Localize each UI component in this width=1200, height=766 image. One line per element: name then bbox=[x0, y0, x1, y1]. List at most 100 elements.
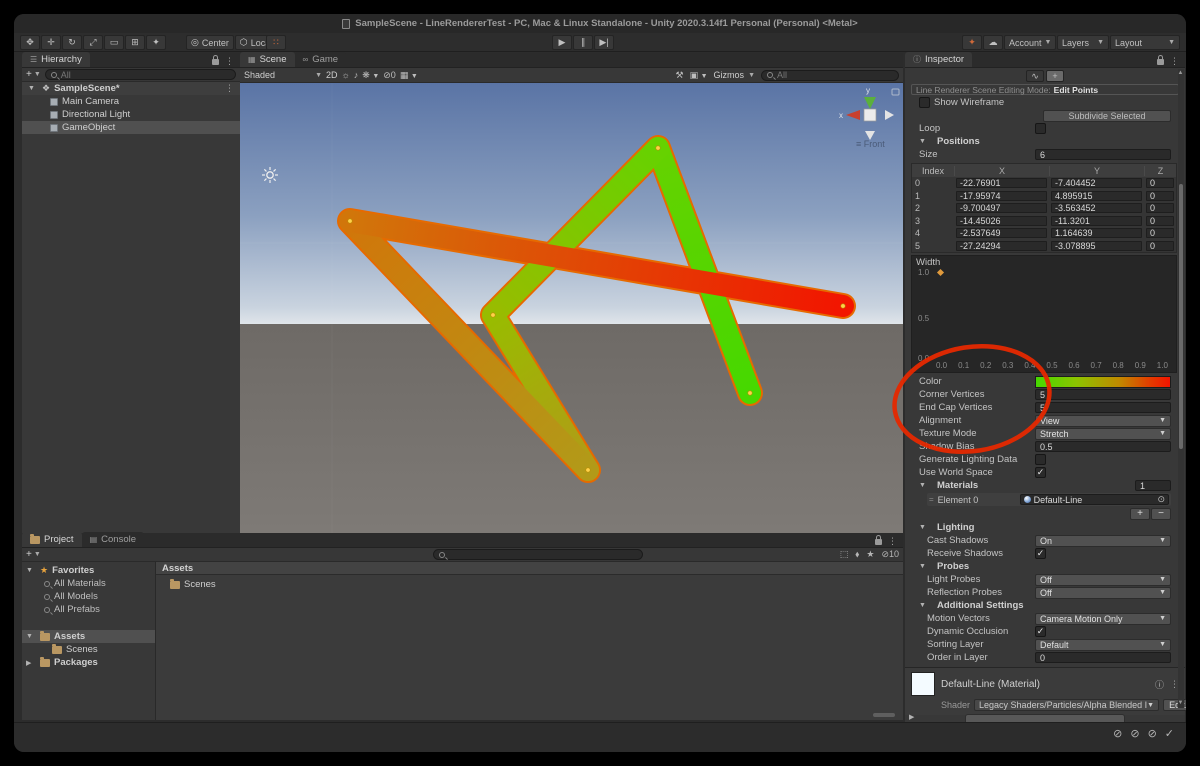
foldout-arrow-icon[interactable]: ▼ bbox=[26, 567, 36, 574]
scale-tool-button[interactable]: ⤢ bbox=[83, 35, 103, 50]
lock-icon[interactable] bbox=[212, 54, 219, 65]
y-field[interactable]: 4.895915 bbox=[1051, 190, 1142, 201]
positions-foldout[interactable]: Positions bbox=[933, 136, 980, 147]
foldout-arrow-icon[interactable]: ▼ bbox=[26, 633, 36, 640]
z-field[interactable]: 0 bbox=[1146, 178, 1174, 189]
material-element-row[interactable]: = Element 0 Default-Line ⊙ bbox=[927, 493, 1171, 506]
tree-item-assets[interactable]: ▼ Assets bbox=[22, 630, 155, 643]
x-field[interactable]: -22.76901 bbox=[956, 178, 1047, 189]
foldout-arrow-icon[interactable]: ▶ bbox=[26, 659, 36, 667]
subdivide-selected-button[interactable]: Subdivide Selected bbox=[1043, 109, 1171, 122]
x-field[interactable]: -17.95974 bbox=[956, 190, 1047, 201]
foldout-arrow-icon[interactable]: ▼ bbox=[919, 524, 929, 531]
favorite-item-all-models[interactable]: All Models bbox=[22, 590, 155, 603]
asset-item-scenes[interactable]: Scenes bbox=[156, 578, 903, 591]
edit-points-mode-button[interactable]: + bbox=[1046, 70, 1064, 82]
tab-game[interactable]: ∞ Game bbox=[294, 52, 347, 67]
hand-tool-button[interactable]: ✥ bbox=[20, 35, 40, 50]
rect-tool-button[interactable]: ▭ bbox=[104, 35, 124, 50]
create-asset-button[interactable]: + ▼ bbox=[26, 549, 41, 560]
tab-project[interactable]: Project bbox=[22, 532, 82, 547]
custom-tool-button[interactable]: ✦ bbox=[146, 35, 166, 50]
use-world-space-checkbox[interactable]: ✓ bbox=[1035, 467, 1046, 478]
drag-handle-icon[interactable]: = bbox=[929, 495, 934, 504]
status-ok-icon[interactable]: ✓ bbox=[1165, 727, 1174, 740]
grid-visibility-icon[interactable]: ▦ ▼ bbox=[400, 70, 418, 81]
transform-tool-button[interactable]: ⊞ bbox=[125, 35, 145, 50]
preview-foldout-arrow-icon[interactable]: ▶ bbox=[909, 713, 919, 721]
step-button[interactable]: ▶| bbox=[594, 35, 614, 50]
receive-shadows-checkbox[interactable]: ✓ bbox=[1035, 548, 1046, 559]
z-field[interactable]: 0 bbox=[1146, 190, 1174, 201]
inspector-scrollbar[interactable] bbox=[1178, 69, 1184, 708]
scene-viewport[interactable]: y x ≡ Front bbox=[240, 83, 903, 533]
dynamic-occlusion-checkbox[interactable]: ✓ bbox=[1035, 626, 1046, 637]
scene-render[interactable]: y x ≡ Front bbox=[240, 83, 903, 533]
hidden-count[interactable]: ⊘10 bbox=[881, 549, 899, 560]
pivot-toggle-button[interactable]: ◎ Center bbox=[186, 35, 234, 50]
generate-lighting-data-checkbox[interactable] bbox=[1035, 454, 1046, 465]
help-icon[interactable]: ⓘ bbox=[1155, 678, 1164, 691]
reflection-probes-dropdown[interactable]: Off ▼ bbox=[1035, 586, 1171, 599]
panel-menu-icon[interactable]: ⋮ bbox=[225, 56, 234, 67]
hierarchy-item-main-camera[interactable]: Main Camera bbox=[22, 95, 240, 108]
2d-toggle-button[interactable]: 2D bbox=[326, 70, 338, 80]
y-field[interactable]: -7.404452 bbox=[1051, 178, 1142, 189]
motion-vectors-dropdown[interactable]: Camera Motion Only ▼ bbox=[1035, 612, 1171, 625]
horizontal-scrollbar[interactable] bbox=[873, 713, 895, 717]
cast-shadows-dropdown[interactable]: On ▼ bbox=[1035, 534, 1171, 547]
color-gradient-field[interactable] bbox=[1035, 375, 1171, 388]
width-curve-editor[interactable]: Width 1.0 0.5 0.0 0.0 0.1 0.2 0.3 0.4 0.5 0.6 0… bbox=[911, 255, 1177, 373]
layers-dropdown[interactable]: Layers ▼ bbox=[1057, 35, 1109, 50]
create-object-button[interactable]: + ▼ bbox=[26, 69, 41, 80]
rotate-tool-button[interactable]: ↻ bbox=[62, 35, 82, 50]
play-button[interactable]: ▶ bbox=[552, 35, 572, 50]
object-picker-icon[interactable]: ⊙ bbox=[1157, 494, 1165, 505]
scrollbar-thumb[interactable] bbox=[1179, 184, 1183, 449]
collab-muted-icon[interactable]: ⊘ bbox=[1148, 727, 1157, 740]
sorting-layer-dropdown[interactable]: Default ▼ bbox=[1035, 638, 1171, 651]
y-field[interactable]: -11.3201 bbox=[1051, 215, 1142, 226]
panel-menu-icon[interactable]: ⋮ bbox=[888, 536, 897, 547]
tab-scene[interactable]: ▦ Scene bbox=[240, 52, 295, 67]
foldout-arrow-icon[interactable]: ▼ bbox=[28, 85, 38, 92]
texture-mode-dropdown[interactable]: Stretch ▼ bbox=[1035, 427, 1171, 440]
panel-menu-icon[interactable]: ⋮ bbox=[1170, 56, 1179, 67]
alignment-dropdown[interactable]: View ▼ bbox=[1035, 414, 1171, 427]
tree-item-packages[interactable]: ▶ Packages bbox=[22, 656, 155, 669]
foldout-arrow-icon[interactable]: ▼ bbox=[919, 482, 929, 489]
x-field[interactable]: -14.45026 bbox=[956, 215, 1047, 226]
z-field[interactable]: 0 bbox=[1146, 228, 1174, 239]
cloud-button[interactable]: ☁ bbox=[983, 35, 1003, 50]
remove-material-button[interactable]: − bbox=[1151, 508, 1171, 520]
scroll-up-icon[interactable]: ▲ bbox=[1177, 70, 1184, 77]
scene-menu-icon[interactable]: ⋮ bbox=[225, 83, 240, 94]
z-field[interactable]: 0 bbox=[1146, 240, 1174, 251]
scene-row[interactable]: ▼ ❖ SampleScene* ⋮ bbox=[22, 82, 240, 95]
corner-vertices-field[interactable]: 5 bbox=[1035, 389, 1171, 400]
tree-item-scenes[interactable]: Scenes bbox=[22, 643, 155, 656]
hierarchy-item-gameobject[interactable]: GameObject bbox=[22, 121, 240, 134]
y-field[interactable]: -3.078895 bbox=[1051, 240, 1142, 251]
tab-hierarchy[interactable]: ☰ Hierarchy bbox=[22, 52, 90, 67]
z-field[interactable]: 0 bbox=[1146, 215, 1174, 226]
x-field[interactable]: -2.537649 bbox=[956, 228, 1047, 239]
move-tool-button[interactable]: ✛ bbox=[41, 35, 61, 50]
additional-settings-foldout[interactable]: Additional Settings bbox=[933, 600, 1024, 611]
loop-checkbox[interactable] bbox=[1035, 123, 1046, 134]
light-probes-dropdown[interactable]: Off ▼ bbox=[1035, 573, 1171, 586]
foldout-arrow-icon[interactable]: ▼ bbox=[919, 602, 929, 609]
scene-lighting-toggle-icon[interactable]: ☼ bbox=[342, 70, 350, 80]
z-field[interactable]: 0 bbox=[1146, 203, 1174, 214]
hierarchy-search-input[interactable]: All bbox=[44, 69, 236, 80]
shading-mode-dropdown[interactable]: Shaded ▼ bbox=[244, 70, 322, 80]
foldout-arrow-icon[interactable]: ▼ bbox=[919, 563, 929, 570]
y-field[interactable]: 1.164639 bbox=[1051, 228, 1142, 239]
curve-key-icon[interactable] bbox=[936, 268, 945, 277]
notifications-muted-icon[interactable]: ⊘ bbox=[1113, 727, 1122, 740]
order-in-layer-field[interactable]: 0 bbox=[1035, 652, 1171, 663]
account-dropdown[interactable]: Account ▼ bbox=[1004, 35, 1056, 50]
material-object-field[interactable]: Default-Line ⊙ bbox=[1019, 494, 1169, 505]
favorites-label[interactable]: Favorites bbox=[52, 565, 94, 576]
lock-icon[interactable] bbox=[875, 534, 882, 545]
